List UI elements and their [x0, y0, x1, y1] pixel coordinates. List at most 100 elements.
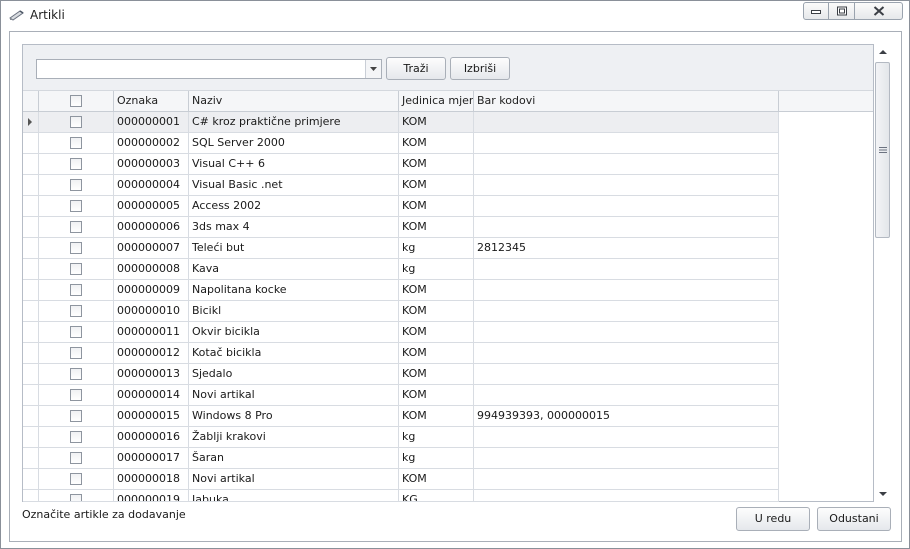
- cell-oznaka[interactable]: 000000006: [114, 217, 189, 237]
- search-button[interactable]: Traži: [386, 57, 446, 80]
- cell-jedinica-mjere[interactable]: KOM: [399, 322, 474, 342]
- cell-oznaka[interactable]: 000000010: [114, 301, 189, 321]
- row-select-cell[interactable]: [39, 259, 114, 279]
- header-naziv[interactable]: Naziv: [189, 91, 399, 112]
- table-row[interactable]: 000000012 Kotač bicikla KOM: [23, 343, 779, 364]
- cell-jedinica-mjere[interactable]: KOM: [399, 175, 474, 195]
- header-jedinica-mjere[interactable]: Jedinica mjere: [399, 91, 474, 112]
- cell-oznaka[interactable]: 000000002: [114, 133, 189, 153]
- row-checkbox[interactable]: [70, 473, 82, 485]
- row-select-cell[interactable]: [39, 322, 114, 342]
- cell-bar-kodovi[interactable]: [474, 322, 779, 342]
- cell-oznaka[interactable]: 000000005: [114, 196, 189, 216]
- cell-naziv[interactable]: SQL Server 2000: [189, 133, 399, 153]
- cell-jedinica-mjere[interactable]: KOM: [399, 406, 474, 426]
- cell-oznaka[interactable]: 000000016: [114, 427, 189, 447]
- table-row[interactable]: 000000014 Novi artikal KOM: [23, 385, 779, 406]
- cell-oznaka[interactable]: 000000001: [114, 112, 189, 132]
- cell-naziv[interactable]: C# kroz praktične primjere: [189, 112, 399, 132]
- search-combobox[interactable]: [36, 59, 382, 79]
- cell-jedinica-mjere[interactable]: KOM: [399, 112, 474, 132]
- table-row[interactable]: 000000008 Kava kg: [23, 259, 779, 280]
- cell-oznaka[interactable]: 000000015: [114, 406, 189, 426]
- cell-naziv[interactable]: Bicikl: [189, 301, 399, 321]
- cell-jedinica-mjere[interactable]: KOM: [399, 469, 474, 489]
- table-row[interactable]: 000000004 Visual Basic .net KOM: [23, 175, 779, 196]
- cell-jedinica-mjere[interactable]: KOM: [399, 385, 474, 405]
- cell-jedinica-mjere[interactable]: KOM: [399, 364, 474, 384]
- cell-bar-kodovi[interactable]: [474, 427, 779, 447]
- row-select-cell[interactable]: [39, 238, 114, 258]
- cell-jedinica-mjere[interactable]: KOM: [399, 154, 474, 174]
- cell-jedinica-mjere[interactable]: kg: [399, 427, 474, 447]
- cell-naziv[interactable]: Okvir bicikla: [189, 322, 399, 342]
- row-checkbox[interactable]: [70, 389, 82, 401]
- table-row[interactable]: 000000009 Napolitana kocke KOM: [23, 280, 779, 301]
- table-row[interactable]: 000000017 Šaran kg: [23, 448, 779, 469]
- table-row[interactable]: 000000006 3ds max 4 KOM: [23, 217, 779, 238]
- row-checkbox[interactable]: [70, 263, 82, 275]
- cell-jedinica-mjere[interactable]: kg: [399, 259, 474, 279]
- cell-naziv[interactable]: Windows 8 Pro: [189, 406, 399, 426]
- cell-bar-kodovi[interactable]: [474, 175, 779, 195]
- cell-naziv[interactable]: Novi artikal: [189, 469, 399, 489]
- cell-naziv[interactable]: Visual Basic .net: [189, 175, 399, 195]
- cell-bar-kodovi[interactable]: [474, 385, 779, 405]
- cell-bar-kodovi[interactable]: 994939393, 000000015: [474, 406, 779, 426]
- table-row[interactable]: 000000007 Teleći but kg 2812345: [23, 238, 779, 259]
- table-row[interactable]: 000000011 Okvir bicikla KOM: [23, 322, 779, 343]
- combobox-dropdown-button[interactable]: [365, 60, 381, 78]
- cell-bar-kodovi[interactable]: [474, 280, 779, 300]
- cell-bar-kodovi[interactable]: [474, 343, 779, 363]
- row-checkbox[interactable]: [70, 284, 82, 296]
- cell-jedinica-mjere[interactable]: KG: [399, 490, 474, 501]
- table-row[interactable]: 000000002 SQL Server 2000 KOM: [23, 133, 779, 154]
- table-row[interactable]: 000000019 Jabuka KG: [23, 490, 779, 502]
- row-select-cell[interactable]: [39, 112, 114, 132]
- header-oznaka[interactable]: Oznaka: [114, 91, 189, 112]
- close-button[interactable]: [855, 2, 903, 20]
- row-select-cell[interactable]: [39, 427, 114, 447]
- minimize-button[interactable]: [803, 2, 829, 20]
- cell-naziv[interactable]: Sjedalo: [189, 364, 399, 384]
- row-select-cell[interactable]: [39, 280, 114, 300]
- header-bar-kodovi[interactable]: Bar kodovi: [474, 91, 779, 112]
- row-checkbox[interactable]: [70, 242, 82, 254]
- row-checkbox[interactable]: [70, 305, 82, 317]
- table-row[interactable]: 000000005 Access 2002 KOM: [23, 196, 779, 217]
- row-select-cell[interactable]: [39, 490, 114, 501]
- row-select-cell[interactable]: [39, 175, 114, 195]
- table-row[interactable]: 000000013 Sjedalo KOM: [23, 364, 779, 385]
- row-checkbox[interactable]: [70, 410, 82, 422]
- cell-oznaka[interactable]: 000000018: [114, 469, 189, 489]
- cell-bar-kodovi[interactable]: 2812345: [474, 238, 779, 258]
- cell-oznaka[interactable]: 000000004: [114, 175, 189, 195]
- row-select-cell[interactable]: [39, 217, 114, 237]
- cell-naziv[interactable]: Access 2002: [189, 196, 399, 216]
- table-row[interactable]: 000000018 Novi artikal KOM: [23, 469, 779, 490]
- cell-naziv[interactable]: 3ds max 4: [189, 217, 399, 237]
- cell-naziv[interactable]: Jabuka: [189, 490, 399, 501]
- row-select-cell[interactable]: [39, 196, 114, 216]
- row-checkbox[interactable]: [70, 368, 82, 380]
- table-row[interactable]: 000000001 C# kroz praktične primjere KOM: [23, 112, 779, 133]
- row-checkbox[interactable]: [70, 116, 82, 128]
- title-bar[interactable]: Artikli: [1, 1, 909, 29]
- row-checkbox[interactable]: [70, 452, 82, 464]
- header-select-all[interactable]: [39, 91, 114, 112]
- cell-jedinica-mjere[interactable]: KOM: [399, 301, 474, 321]
- row-checkbox[interactable]: [70, 221, 82, 233]
- row-select-cell[interactable]: [39, 154, 114, 174]
- select-all-checkbox[interactable]: [70, 95, 82, 107]
- maximize-button[interactable]: [829, 2, 855, 20]
- row-select-cell[interactable]: [39, 301, 114, 321]
- cell-bar-kodovi[interactable]: [474, 448, 779, 468]
- row-select-cell[interactable]: [39, 385, 114, 405]
- cell-naziv[interactable]: Kotač bicikla: [189, 343, 399, 363]
- cell-bar-kodovi[interactable]: [474, 259, 779, 279]
- cell-bar-kodovi[interactable]: [474, 364, 779, 384]
- cell-naziv[interactable]: Žablji krakovi: [189, 427, 399, 447]
- cell-bar-kodovi[interactable]: [474, 217, 779, 237]
- cell-bar-kodovi[interactable]: [474, 154, 779, 174]
- table-row[interactable]: 000000003 Visual C++ 6 KOM: [23, 154, 779, 175]
